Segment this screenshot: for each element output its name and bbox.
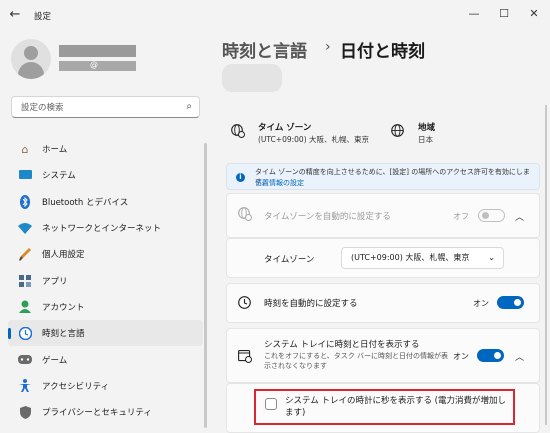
system-tray-card: システム トレイに時刻と日付を表示する これをオフにすると、タスク バーに時刻と…: [226, 328, 540, 383]
chevron-up-icon[interactable]: ︿: [515, 350, 524, 363]
sidebar-item-label: ゲーム: [42, 355, 68, 366]
brush-icon: [18, 247, 32, 261]
main-scrollbar[interactable]: [545, 105, 547, 425]
chevron-up-icon[interactable]: ︿: [515, 210, 524, 223]
system-icon: [18, 168, 32, 182]
avatar: [11, 39, 51, 79]
sidebar-item-label: 個人用設定: [42, 250, 85, 261]
auto-time-state: オン: [473, 299, 489, 308]
sidebar-item-accounts[interactable]: アカウント: [8, 294, 203, 320]
search-icon: ⌕: [186, 101, 192, 112]
sidebar-item-label: アプリ: [42, 276, 68, 287]
sidebar-item-label: システム: [42, 171, 76, 182]
network-icon: [18, 221, 32, 235]
sidebar-item-gaming[interactable]: ゲーム: [8, 346, 203, 372]
timezone-value: (UTC+09:00) 大阪、札幌、東京: [258, 135, 370, 144]
sidebar-item-label: Bluetooth とデバイス: [42, 197, 129, 208]
auto-time-card: 時刻を自動的に設定する オン: [226, 283, 540, 323]
system-tray-state: オン: [453, 352, 469, 361]
apps-icon: [18, 274, 32, 288]
time-language-icon: [18, 326, 32, 340]
account-name-redacted: [59, 45, 136, 57]
chevron-down-icon: ⌄: [488, 253, 495, 262]
auto-time-toggle[interactable]: [497, 296, 524, 309]
auto-time-label: 時刻を自動的に設定する: [264, 299, 358, 309]
sidebar-item-label: アクセシビリティ: [42, 381, 110, 392]
page-title: 日付と時刻: [340, 42, 425, 62]
location-settings-link[interactable]: 位置情報の設定: [255, 178, 304, 188]
breadcrumb-separator: ›: [325, 39, 331, 55]
breadcrumb-parent[interactable]: 時刻と言語: [222, 37, 307, 62]
location-info-banner: i タイム ゾーンの精度を向上させるために、[設定] の場所へのアクセス許可を有…: [226, 163, 540, 190]
clock-icon: [238, 296, 251, 312]
sidebar-item-bluetooth[interactable]: Bluetooth とデバイス: [8, 189, 203, 215]
account-email-at: @: [90, 60, 98, 69]
system-tray-description: これをオフにすると、タスク バーに時刻と日付の情報が表示されなくなります: [264, 352, 449, 370]
sidebar-item-label: ホーム: [42, 145, 68, 156]
sidebar-item-label: プライバシーとセキュリティ: [42, 408, 152, 419]
bluetooth-icon: [18, 194, 32, 209]
sidebar-item-time-language[interactable]: 時刻と言語: [8, 320, 203, 347]
region-title: 地域: [418, 123, 436, 133]
sidebar-item-network[interactable]: ネットワークとインターネット: [8, 215, 203, 241]
search-input[interactable]: [19, 98, 183, 118]
current-time-redacted: [222, 64, 282, 92]
settings-search[interactable]: ⌕: [11, 96, 200, 118]
show-seconds-label: システム トレイの時計に秒を表示する (電力消費が増加します): [285, 396, 506, 418]
timezone-dropdown[interactable]: (UTC+09:00) 大阪、札幌、東京 ⌄: [341, 247, 504, 269]
region-value: 日本: [418, 135, 433, 144]
sidebar-item-accessibility[interactable]: アクセシビリティ: [8, 373, 203, 399]
auto-timezone-state: オフ: [453, 212, 469, 221]
home-icon: ⌂: [21, 142, 29, 156]
sidebar-scrollbar[interactable]: [204, 143, 207, 428]
calendar-clock-icon: [238, 349, 252, 366]
globe-icon: [391, 124, 404, 141]
sidebar-item-system[interactable]: システム: [8, 162, 203, 188]
accessibility-icon: [18, 379, 32, 393]
globe-clock-icon: [231, 124, 245, 142]
timezone-selected: (UTC+09:00) 大阪、札幌、東京: [351, 253, 470, 262]
sidebar-item-privacy[interactable]: プライバシーとセキュリティ: [8, 399, 203, 425]
shield-icon: [18, 405, 32, 419]
auto-timezone-label: タイムゾーンを自動的に設定する: [264, 212, 391, 222]
sidebar-item-label: アカウント: [42, 302, 85, 313]
system-tray-label: システム トレイに時刻と日付を表示する: [264, 340, 420, 350]
sidebar-item-personalization[interactable]: 個人用設定: [8, 241, 203, 267]
maximize-button[interactable]: ☐: [496, 6, 512, 22]
sidebar-item-label: 時刻と言語: [42, 329, 85, 340]
auto-timezone-toggle[interactable]: [478, 209, 505, 222]
sidebar-item-label: ネットワークとインターネット: [42, 224, 162, 235]
timezone-title: タイム ゾーン: [258, 123, 312, 133]
sidebar-item-apps[interactable]: アプリ: [8, 267, 203, 293]
game-icon: [18, 353, 32, 367]
sidebar-item-home[interactable]: ⌂ ホーム: [8, 136, 203, 162]
system-tray-toggle[interactable]: [477, 349, 504, 362]
timezone-label: タイムゾーン: [264, 255, 315, 265]
back-arrow-icon[interactable]: ←: [6, 7, 24, 23]
app-title: 設定: [34, 12, 52, 22]
show-seconds-checkbox[interactable]: [265, 398, 277, 410]
sidebar-nav: ⌂ ホーム システム Bluetooth とデバイス ネットワークとインターネット…: [8, 136, 203, 425]
account-icon: [18, 300, 32, 314]
auto-timezone-card: タイムゾーンを自動的に設定する オフ ︿: [226, 193, 540, 238]
info-icon: i: [236, 173, 245, 182]
close-button[interactable]: ✕: [526, 6, 542, 22]
globe-clock-icon: [238, 207, 252, 224]
minimize-button[interactable]: —: [466, 6, 482, 22]
